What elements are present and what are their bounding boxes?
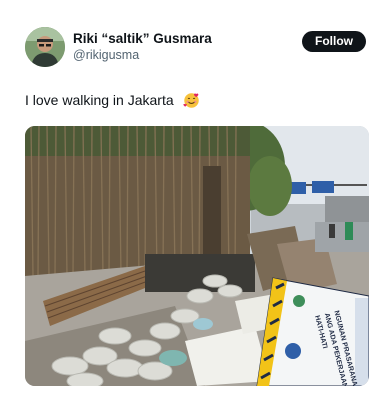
user-handle[interactable]: @rikigusma xyxy=(73,47,212,64)
tweet-card: Riki “saltik” Gusmara @rikigusma Follow … xyxy=(0,0,392,396)
smiling-face-with-hearts-icon xyxy=(182,92,200,114)
tweet-text: I love walking in Jakarta xyxy=(25,90,200,114)
construction-banner: HATI-HATI ANG ADA PEKERJAAN NGUNAN PRASA… xyxy=(256,277,369,386)
sidewalk-scene-photo: HATI-HATI ANG ADA PEKERJAAN NGUNAN PRASA… xyxy=(25,126,369,386)
avatar-photo xyxy=(25,27,65,67)
tweet-photo[interactable]: HATI-HATI ANG ADA PEKERJAAN NGUNAN PRASA… xyxy=(25,126,369,386)
tweet-header: Riki “saltik” Gusmara @rikigusma Follow xyxy=(25,27,370,69)
avatar[interactable] xyxy=(25,27,65,67)
user-block: Riki “saltik” Gusmara @rikigusma xyxy=(73,30,212,64)
tweet-text-body: I love walking in Jakarta xyxy=(25,92,174,108)
follow-button[interactable]: Follow xyxy=(302,31,366,52)
display-name[interactable]: Riki “saltik” Gusmara xyxy=(73,30,212,47)
